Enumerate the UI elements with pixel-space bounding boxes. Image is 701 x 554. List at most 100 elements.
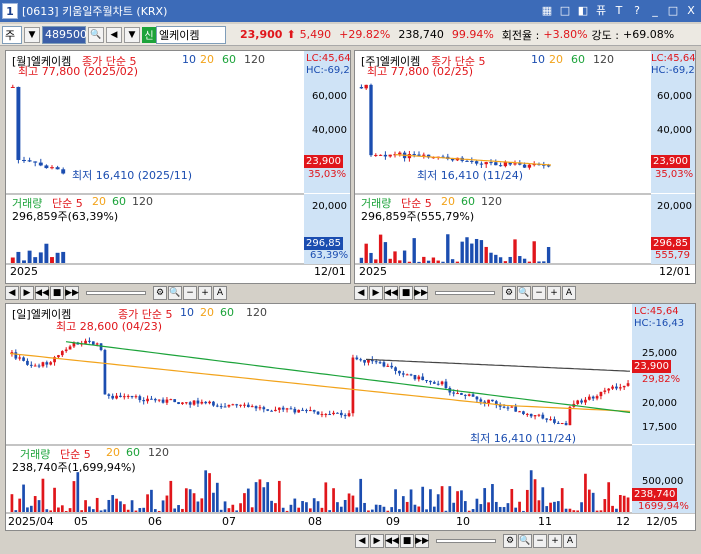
daily-vol-legend-60: 60 [126,446,140,459]
stop-icon[interactable]: ■ [400,534,414,548]
scroll-left-icon[interactable]: ◀ [5,286,19,300]
stop-icon[interactable]: ■ [50,286,64,300]
volume-bar [80,510,84,512]
scroll-left-icon[interactable]: ◀ [354,286,368,300]
candle-body [382,362,386,367]
daily-date-3: 07 [222,515,236,528]
rewind-icon[interactable]: ◀◀ [384,286,398,300]
rewind-icon[interactable]: ◀◀ [385,534,399,548]
volume-bar [402,250,407,263]
font-icon[interactable]: A [562,286,576,300]
weekly-control-bar: ◀ ▶ ◀◀ ■ ▶▶ ⚙ 🔍 − + A [354,285,696,301]
zoom-out-icon[interactable]: − [533,534,547,548]
settings-icon[interactable]: ⚙ [502,286,516,300]
period-slider[interactable] [436,539,496,543]
volume-bar [107,499,111,512]
weekly-vol-legend-120: 120 [481,195,502,208]
volume-bar [494,501,498,512]
volume-bar [425,509,428,512]
candle-body [343,415,347,417]
search-icon[interactable]: 🔍 [517,286,531,300]
market-select[interactable]: 주 [2,25,22,44]
volume-bar [173,508,177,512]
daily-chart-canvas[interactable] [6,304,695,530]
daily-date-7: 11 [538,515,552,528]
close-button[interactable]: X [683,2,699,18]
text-icon[interactable]: T [611,2,627,18]
volume-bar [370,509,374,512]
chevron-down-icon[interactable]: ▼ [124,26,140,43]
stock-name-field[interactable]: 엘케이켐 [156,25,226,44]
volume-bar [417,261,421,263]
speaker-icon[interactable]: ◀ [106,26,122,43]
volume-bar [576,510,580,512]
candle-body [33,365,37,367]
candle-body [192,400,196,405]
window-controls: ▦ □ ◧ 퓨 T ? _ □ X [539,2,699,18]
candle-body [16,86,21,160]
monthly-price-tag: 23,900 [304,155,343,168]
forward-icon[interactable]: ▶▶ [414,286,428,300]
period-slider[interactable] [86,291,146,295]
monthly-chart-panel[interactable]: [월]엘케이켐 종가 단순 5 10 20 60 120 최고 77,800 (… [5,50,351,284]
search-icon[interactable]: 🔍 [88,26,104,43]
candle-body [510,406,514,408]
candle-body [38,162,43,166]
candle-body [518,163,522,165]
volume-bar [498,506,502,512]
zoom-in-icon[interactable]: + [198,286,212,300]
font-icon[interactable]: A [563,534,577,548]
window-icon[interactable]: □ [557,2,573,18]
volume-bar [432,506,436,512]
volume-bar [277,480,281,512]
font-icon[interactable]: A [213,286,227,300]
stock-code-input[interactable]: 489500 [42,25,87,44]
forward-icon[interactable]: ▶▶ [415,534,429,548]
chevron-down-icon[interactable]: ▼ [24,26,40,43]
minimize-button[interactable]: _ [647,2,663,18]
daily-chart-panel[interactable]: [일]엘케이켐 종가 단순 5 10 20 60 120 최고 28,600 (… [5,303,696,531]
scroll-left-icon[interactable]: ◀ [355,534,369,548]
candle-body [55,167,60,170]
scroll-right-icon[interactable]: ▶ [20,286,34,300]
zoom-out-icon[interactable]: − [183,286,197,300]
layout-icon[interactable]: ▦ [539,2,555,18]
weekly-chart-canvas[interactable] [355,51,695,283]
volume-bar [308,508,312,512]
weekly-date-left: 2025 [359,265,387,278]
settings-icon[interactable]: ⚙ [153,286,167,300]
forward-icon[interactable]: ▶▶ [65,286,79,300]
candle-body [45,362,49,365]
daily-volume-pct: 1699,94% [638,501,689,512]
period-slider[interactable] [435,291,495,295]
monthly-date-right: 12/01 [314,265,346,278]
stop-icon[interactable]: ■ [399,286,413,300]
split-icon[interactable]: ◧ [575,2,591,18]
zoom-in-icon[interactable]: + [547,286,561,300]
search-icon[interactable]: 🔍 [168,286,182,300]
volume-bar [227,508,231,512]
volume-bar [470,243,474,263]
window-titlebar: 1 [0613] 키움일주월차트 (KRX) ▦ □ ◧ 퓨 T ? _ □ X [0,0,701,22]
settings-icon[interactable]: ⚙ [503,534,517,548]
pin-icon[interactable]: 퓨 [593,2,609,18]
zoom-in-icon[interactable]: + [548,534,562,548]
volume-bar [119,501,122,512]
candle-body [502,406,506,408]
volume-bar [332,488,335,512]
scroll-right-icon[interactable]: ▶ [370,534,384,548]
weekly-chart-panel[interactable]: [주]엘케이켐 종가 단순 5 10 20 60 120 최고 77,800 (… [354,50,696,284]
zoom-out-icon[interactable]: − [532,286,546,300]
scroll-right-icon[interactable]: ▶ [369,286,383,300]
maximize-button[interactable]: □ [665,2,681,18]
candle-body [212,401,215,406]
candle-body [157,399,161,401]
help-icon[interactable]: ? [629,2,645,18]
search-icon[interactable]: 🔍 [518,534,532,548]
candle-body [324,414,328,416]
candle-body [506,407,510,409]
volume-value: 238,740 [398,28,444,41]
rewind-icon[interactable]: ◀◀ [35,286,49,300]
candle-body [254,406,258,409]
volume-bar [200,498,204,512]
